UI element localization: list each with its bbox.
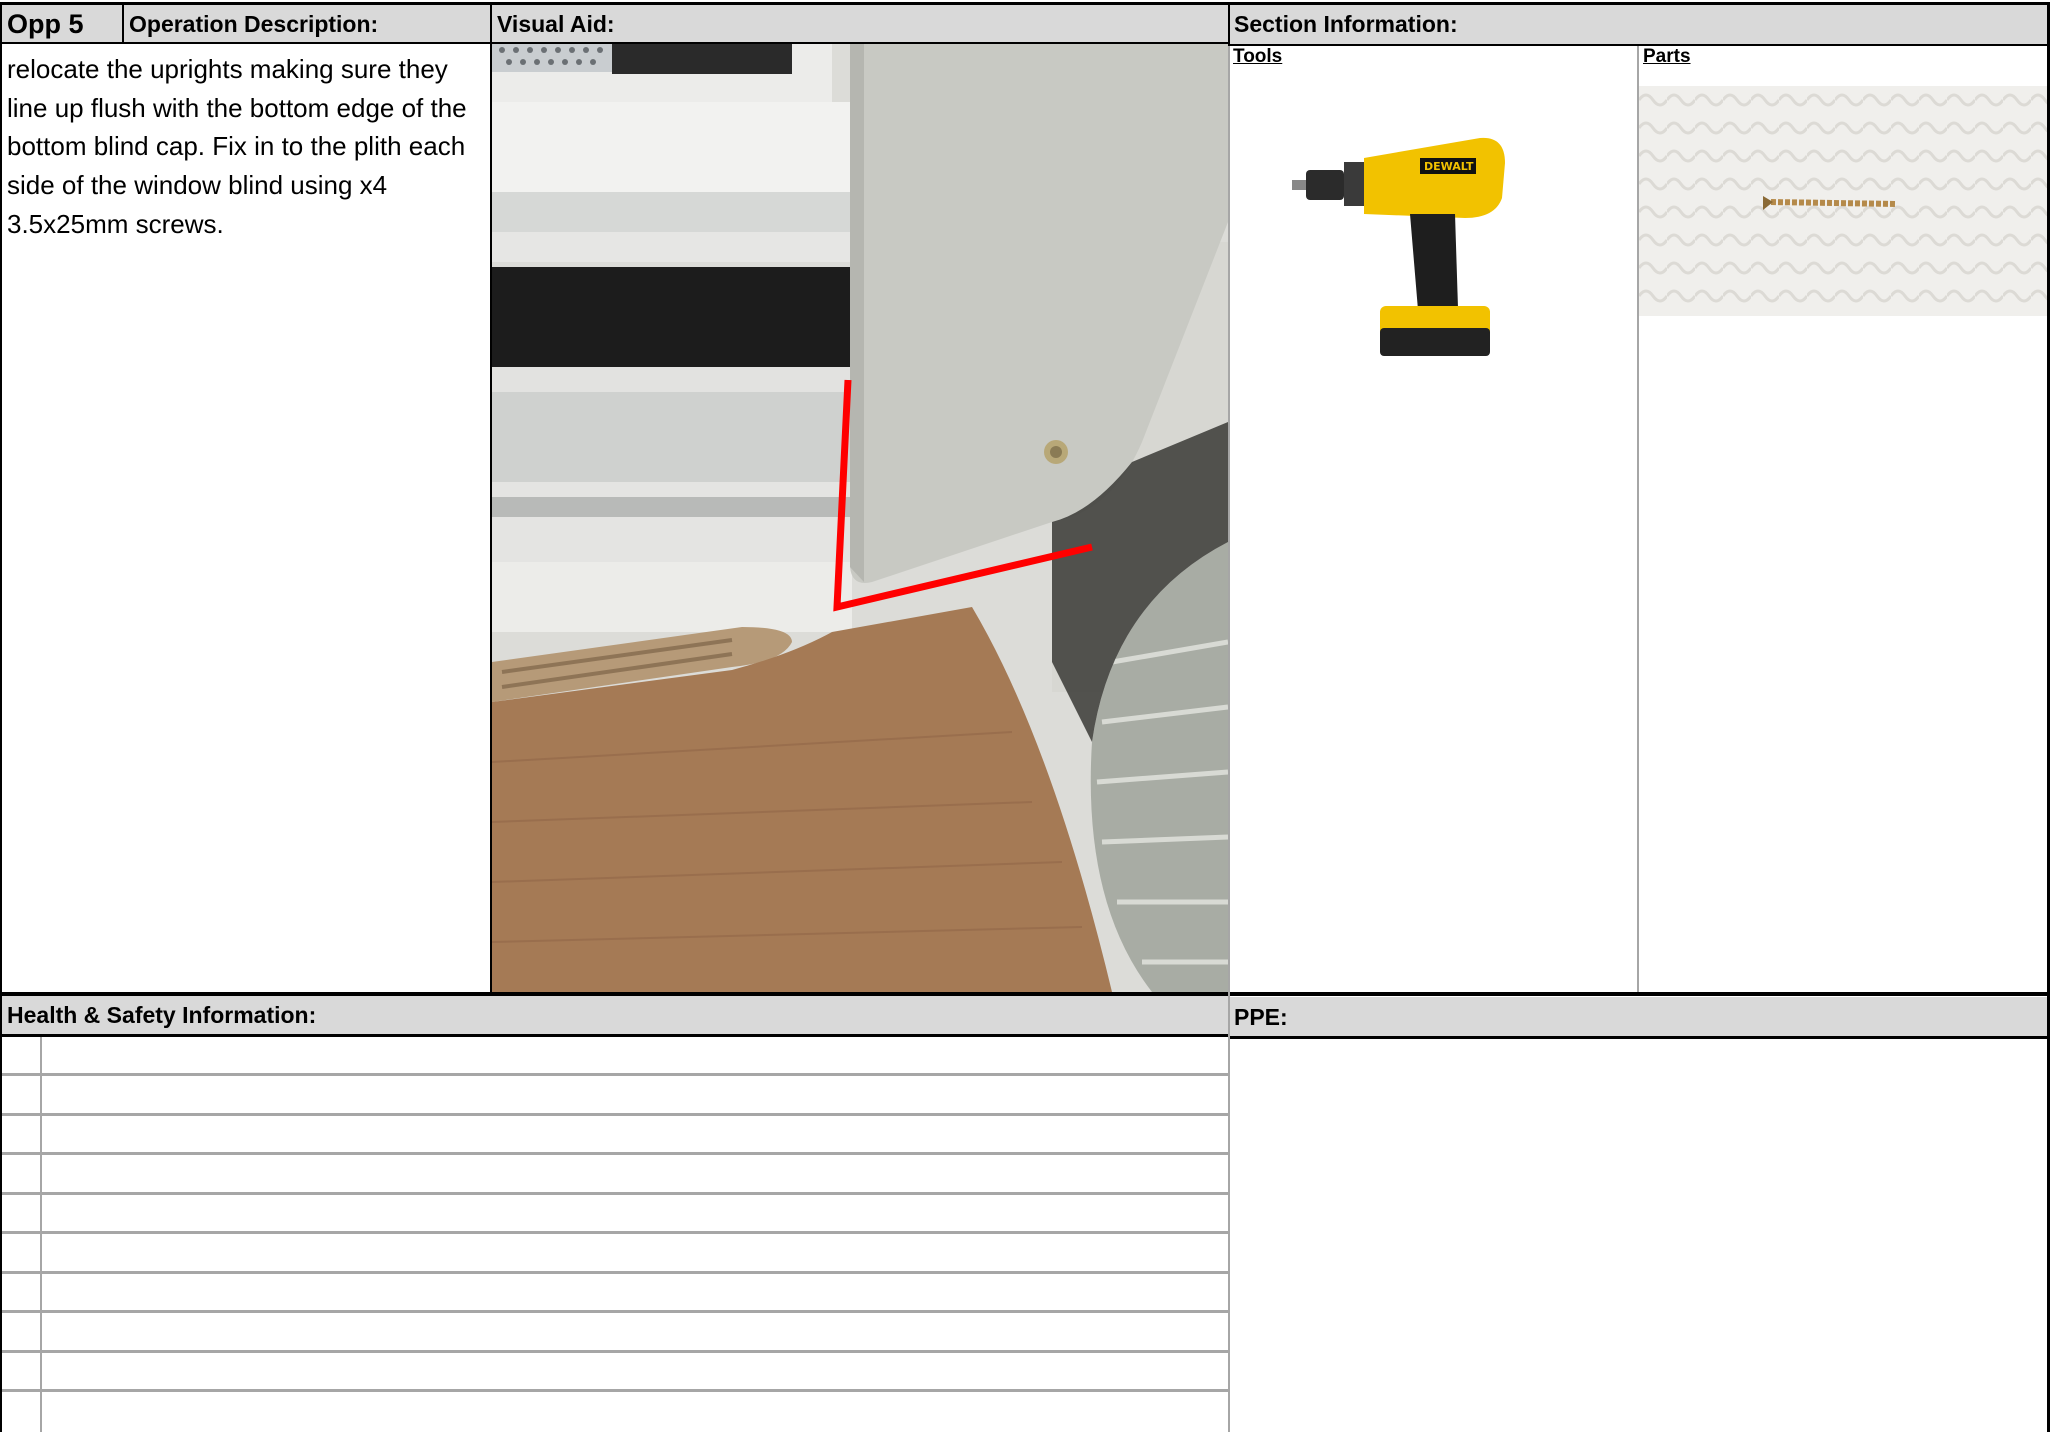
operation-description-label: Operation Description: [129,11,379,37]
visual-aid-photo [492,42,1228,992]
table-row [2,1350,1229,1353]
ppe-cell [1231,1038,2048,1432]
section-information-header: Section Information: [1229,4,2048,46]
operation-description-header: Operation Description: [124,4,492,44]
parts-label: Parts [1643,46,1691,67]
ppe-header: PPE: [1229,997,2048,1037]
health-safety-label: Health & Safety Information: [7,1002,317,1028]
section-information-label: Section Information: [1234,11,1458,37]
cordless-drill-icon: DEWALT [1292,137,1505,356]
table-row [2,1113,1229,1116]
screw-photo-icon [1639,86,2048,316]
opp-label: Opp 5 [7,9,84,39]
table-row [2,1192,1229,1195]
operation-description-text: relocate the uprights making sure they l… [7,54,467,239]
table-row [2,1231,1229,1234]
visual-aid-label: Visual Aid: [497,11,615,37]
table-row [2,1152,1229,1155]
health-safety-table [2,1036,1229,1432]
tools-cell: Tools DEWALT [1230,46,1638,992]
table-row [2,1271,1229,1274]
tools-label: Tools [1233,46,1283,67]
drill-brand-text: DEWALT [1424,160,1474,173]
table-row [2,1389,1229,1392]
table-row [2,1310,1229,1313]
parts-cell: Parts [1639,46,2048,992]
opp-number-header: Opp 5 [2,4,124,44]
health-safety-header: Health & Safety Information: [2,995,1229,1035]
table-row [2,1073,1229,1076]
visual-aid-header: Visual Aid: [492,4,1229,44]
blind-upright-photo-illustration [492,42,1228,992]
ppe-label: PPE: [1234,1004,1288,1030]
